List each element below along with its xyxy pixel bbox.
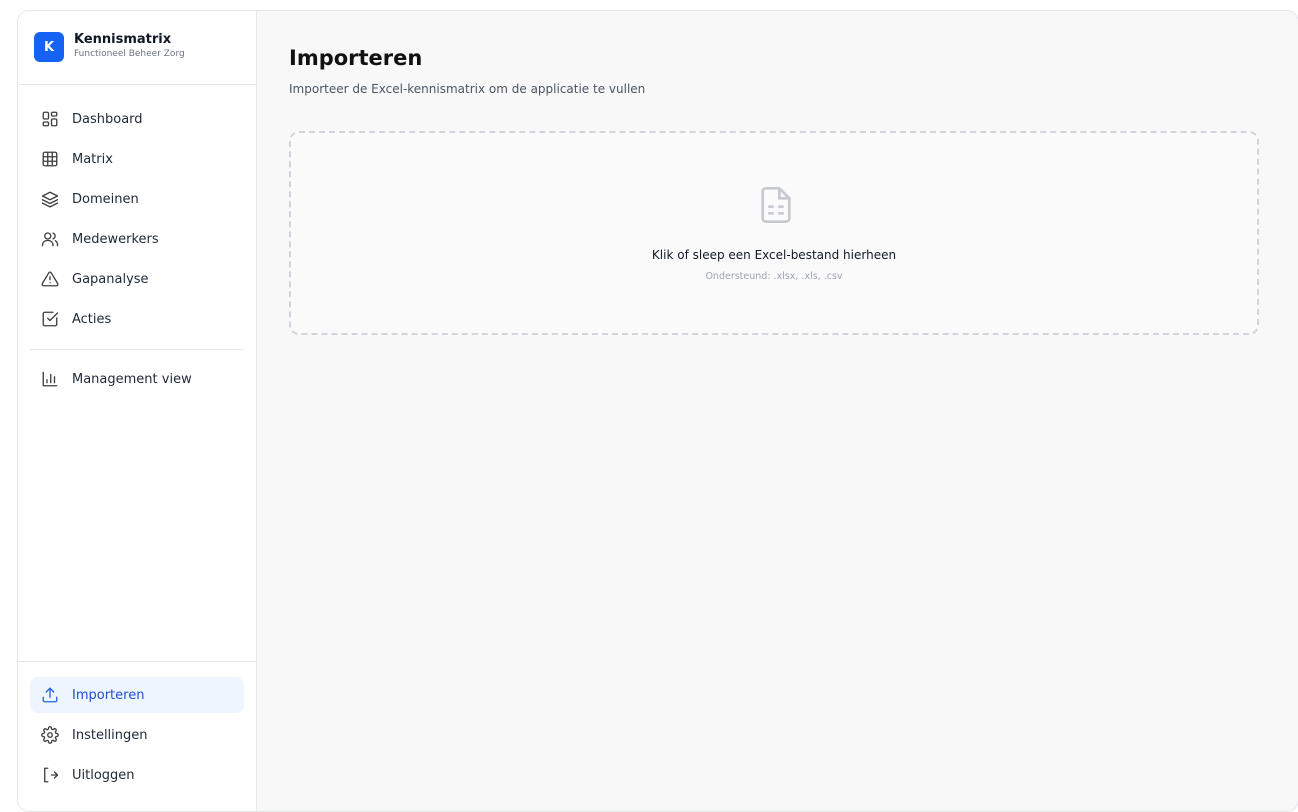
sidebar-item-gapanalyse[interactable]: Gapanalyse: [30, 261, 244, 297]
sidebar-item-label: Domeinen: [72, 191, 139, 207]
sidebar-item-instellingen[interactable]: Instellingen: [30, 717, 244, 753]
sidebar-item-matrix[interactable]: Matrix: [30, 141, 244, 177]
sidebar-divider: [30, 349, 244, 350]
dropzone-text: Klik of sleep een Excel-bestand hierheen: [651, 248, 897, 262]
brand-logo: K: [34, 32, 64, 62]
gear-icon: [41, 726, 59, 744]
sidebar-item-label: Management view: [72, 371, 192, 387]
sidebar-item-label: Instellingen: [72, 727, 148, 743]
dropzone-supported-formats: Ondersteund: .xlsx, .xls, .csv: [705, 271, 843, 282]
dashboard-icon: [41, 110, 59, 128]
sidebar-item-acties[interactable]: Acties: [30, 301, 244, 337]
sidebar: K Kennismatrix Functioneel Beheer Zorg D…: [18, 11, 257, 811]
page-subtitle: Importeer de Excel-kennismatrix om de ap…: [289, 82, 646, 96]
sidebar-item-uitloggen[interactable]: Uitloggen: [30, 757, 244, 793]
page-title: Importeren: [289, 46, 423, 70]
upload-icon: [41, 686, 59, 704]
sidebar-divider: [18, 84, 256, 85]
main-content: Importeren Importeer de Excel-kennismatr…: [257, 11, 1298, 811]
sidebar-item-label: Dashboard: [72, 111, 143, 127]
sidebar-item-label: Medewerkers: [72, 231, 159, 247]
sidebar-item-label: Gapanalyse: [72, 271, 149, 287]
brand-subtitle: Functioneel Beheer Zorg: [74, 49, 185, 59]
sidebar-item-label: Uitloggen: [72, 767, 135, 783]
brand[interactable]: K Kennismatrix Functioneel Beheer Zorg: [34, 30, 244, 64]
logout-icon: [41, 766, 59, 784]
bar-chart-icon: [41, 370, 59, 388]
sidebar-item-label: Matrix: [72, 151, 113, 167]
checkbox-icon: [41, 310, 59, 328]
users-icon: [41, 230, 59, 248]
sidebar-item-importeren[interactable]: Importeren: [30, 677, 244, 713]
file-dropzone[interactable]: Klik of sleep een Excel-bestand hierheen…: [289, 131, 1259, 335]
sidebar-item-label: Acties: [72, 311, 112, 327]
app-window: K Kennismatrix Functioneel Beheer Zorg D…: [17, 10, 1298, 812]
sidebar-item-medewerkers[interactable]: Medewerkers: [30, 221, 244, 257]
spreadsheet-file-icon: [756, 183, 796, 227]
sidebar-item-dashboard[interactable]: Dashboard: [30, 101, 244, 137]
sidebar-item-domeinen[interactable]: Domeinen: [30, 181, 244, 217]
sidebar-item-management-view[interactable]: Management view: [30, 361, 244, 397]
sidebar-divider: [18, 661, 256, 662]
brand-name: Kennismatrix: [74, 32, 172, 47]
warning-triangle-icon: [41, 270, 59, 288]
grid-icon: [41, 150, 59, 168]
layers-icon: [41, 190, 59, 208]
sidebar-item-label: Importeren: [72, 687, 145, 703]
